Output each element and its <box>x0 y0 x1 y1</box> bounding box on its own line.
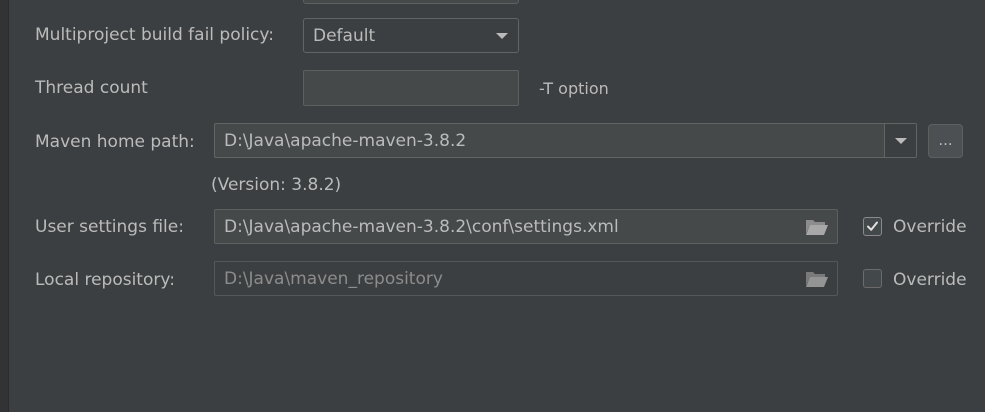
maven-home-label: Maven home path: <box>35 132 195 152</box>
multiproject-policy-select[interactable]: Default <box>303 18 519 53</box>
chevron-down-icon <box>894 137 907 144</box>
user-settings-override-label[interactable]: Override <box>893 217 967 237</box>
user-settings-override-checkbox[interactable] <box>863 217 882 236</box>
previous-field-partial[interactable] <box>303 0 519 4</box>
thread-count-hint: -T option <box>539 79 609 98</box>
multiproject-policy-label: Multiproject build fail policy: <box>35 25 274 45</box>
chevron-down-icon <box>496 32 508 39</box>
multiproject-policy-value: Default <box>313 25 376 46</box>
local-repo-input[interactable]: D:\Java\maven_repository <box>214 261 838 296</box>
checkmark-icon <box>867 221 878 231</box>
user-settings-input[interactable]: D:\Java\apache-maven-3.8.2\conf\settings… <box>214 209 838 244</box>
left-panel-edge <box>0 0 9 412</box>
maven-home-browse-button[interactable]: ... <box>928 124 963 158</box>
local-repo-value: D:\Java\maven_repository <box>224 268 443 289</box>
user-settings-label: User settings file: <box>35 217 184 237</box>
folder-icon[interactable] <box>805 218 829 236</box>
user-settings-value: D:\Java\apache-maven-3.8.2\conf\settings… <box>224 216 619 237</box>
maven-version-label: (Version: 3.8.2) <box>211 175 342 195</box>
thread-count-input[interactable] <box>303 70 519 106</box>
local-repo-override-label[interactable]: Override <box>893 270 967 290</box>
local-repo-label: Local repository: <box>35 270 175 290</box>
maven-home-dropdown-button[interactable] <box>884 124 916 157</box>
local-repo-override-checkbox[interactable] <box>863 269 882 288</box>
folder-icon[interactable] <box>805 270 829 288</box>
thread-count-label: Thread count <box>35 78 148 98</box>
maven-home-value: D:\Java\apache-maven-3.8.2 <box>224 130 467 151</box>
maven-home-combo[interactable]: D:\Java\apache-maven-3.8.2 <box>214 123 917 158</box>
